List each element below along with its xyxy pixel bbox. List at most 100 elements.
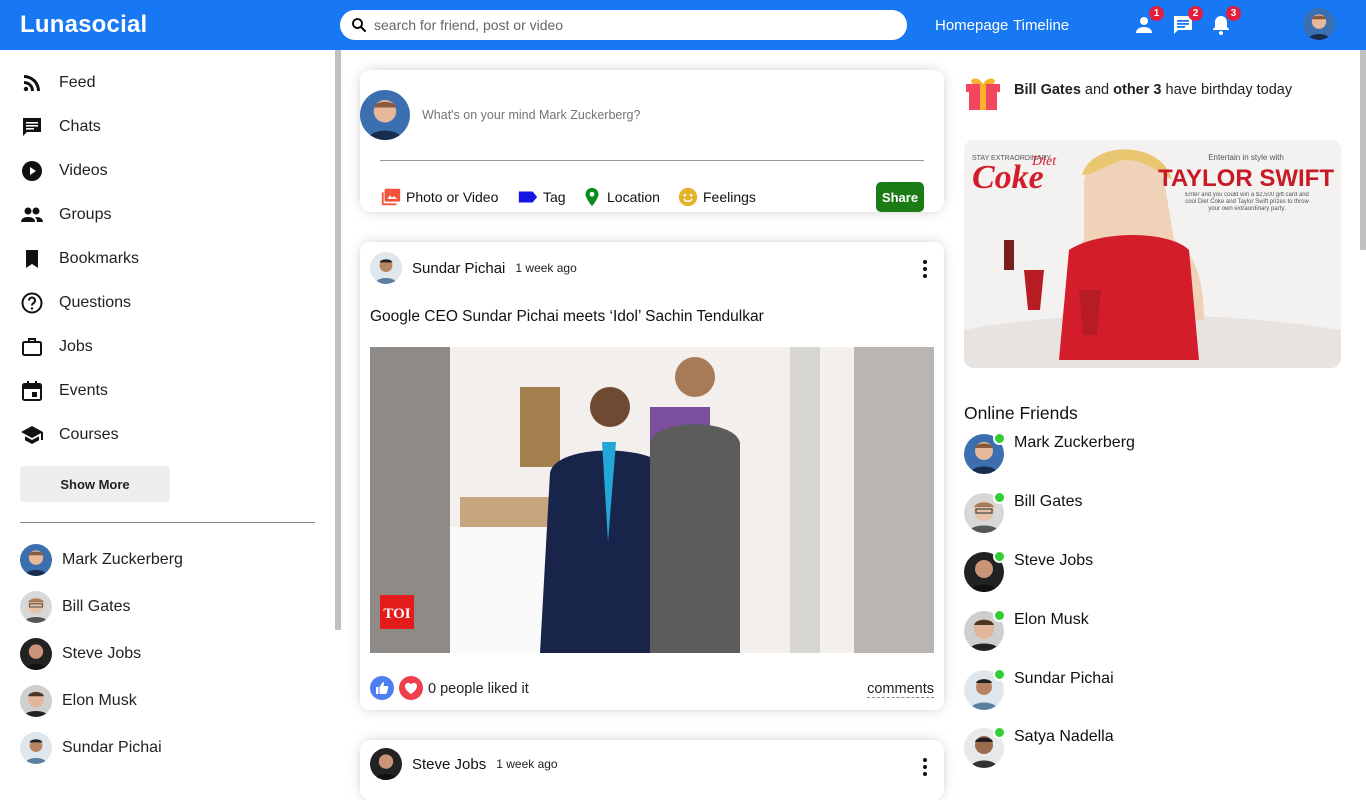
post-image[interactable]: TOI xyxy=(370,347,934,653)
share-card: Photo or Video Tag Location Feelings Sha… xyxy=(360,70,944,212)
online-status-dot xyxy=(993,726,1006,739)
sidebar-item-courses[interactable]: Courses xyxy=(20,423,119,447)
avatar xyxy=(20,591,52,623)
online-status-dot xyxy=(993,432,1006,445)
chat-icon xyxy=(23,118,41,136)
app-logo[interactable]: Lunasocial xyxy=(20,11,147,39)
search-bar[interactable] xyxy=(340,10,907,40)
sidebar-item-label: Chats xyxy=(59,118,101,135)
more-vert-icon[interactable] xyxy=(922,757,928,777)
birthday-and: and xyxy=(1080,82,1114,98)
page-scrollbar[interactable] xyxy=(1360,50,1366,250)
more-vert-icon[interactable] xyxy=(922,259,928,279)
heart-button[interactable] xyxy=(399,676,423,700)
sidebar-item-questions[interactable]: Questions xyxy=(20,291,131,315)
friend-requests-badge: 1 xyxy=(1149,6,1164,21)
online-friend-item[interactable]: Steve Jobs xyxy=(964,550,1093,592)
event-icon xyxy=(22,381,42,401)
online-friend-item[interactable]: Sundar Pichai xyxy=(964,668,1114,710)
online-status-dot xyxy=(993,550,1006,563)
avatar xyxy=(360,90,410,140)
feelings-option[interactable]: Feelings xyxy=(677,186,756,208)
comments-link[interactable]: comments xyxy=(867,681,934,698)
ad-banner[interactable]: STAY EXTRAORDINARY Diet Coke Entertain i… xyxy=(964,140,1341,368)
online-friend-name: Mark Zuckerberg xyxy=(1014,434,1135,451)
sidebar-item-label: Videos xyxy=(59,162,108,179)
top-bar: Lunasocial Homepage Timeline 1 2 3 xyxy=(0,0,1366,50)
tag-label: Tag xyxy=(543,189,566,205)
sidebar-item-label: Bookmarks xyxy=(59,250,140,267)
play-circle-icon xyxy=(22,161,42,181)
friend-name: Bill Gates xyxy=(62,598,131,615)
birthday-name[interactable]: Bill Gates xyxy=(1014,82,1081,98)
search-input[interactable] xyxy=(374,17,874,33)
sidebar-item-label: Feed xyxy=(59,74,96,91)
sidebar-item-groups[interactable]: Groups xyxy=(20,203,111,227)
sidebar-item-videos[interactable]: Videos xyxy=(20,159,108,183)
sidebar-item-label: Events xyxy=(59,382,108,399)
online-friend-item[interactable]: Elon Musk xyxy=(964,609,1089,651)
friend-requests-button[interactable]: 1 xyxy=(1132,6,1164,37)
thumb-up-icon xyxy=(376,682,389,694)
avatar[interactable] xyxy=(370,748,402,780)
tag-option[interactable]: Tag xyxy=(517,186,566,208)
friend-name: Elon Musk xyxy=(62,692,137,709)
post-author[interactable]: Steve Jobs xyxy=(412,756,486,773)
avatar xyxy=(20,638,52,670)
sidebar-item-jobs[interactable]: Jobs xyxy=(20,335,93,359)
friend-list-item[interactable]: Steve Jobs xyxy=(20,638,141,670)
share-divider xyxy=(380,160,924,161)
post-date: 1 week ago xyxy=(496,757,558,771)
heart-icon xyxy=(405,682,417,694)
photo-video-label: Photo or Video xyxy=(406,189,499,205)
friend-list-item[interactable]: Elon Musk xyxy=(20,685,137,717)
bookmark-icon xyxy=(26,250,38,268)
friend-list-item[interactable]: Sundar Pichai xyxy=(20,732,162,764)
sidebar-item-label: Groups xyxy=(59,206,112,223)
post-input[interactable] xyxy=(422,108,902,122)
ad-celebrity: TAYLOR SWIFT xyxy=(1158,165,1334,192)
online-friend-name: Satya Nadella xyxy=(1014,728,1114,745)
post-card: Steve Jobs 1 week ago xyxy=(360,740,944,800)
sidebar-divider xyxy=(20,522,315,523)
avatar xyxy=(20,685,52,717)
share-button[interactable]: Share xyxy=(876,182,924,212)
notifications-button[interactable]: 3 xyxy=(1209,6,1241,37)
online-friend-name: Elon Musk xyxy=(1014,611,1089,628)
location-option[interactable]: Location xyxy=(581,186,660,208)
group-icon xyxy=(21,207,43,222)
profile-avatar[interactable] xyxy=(1303,8,1335,40)
birthday-others[interactable]: other 3 xyxy=(1113,82,1161,98)
messages-button[interactable]: 2 xyxy=(1171,6,1203,37)
location-label: Location xyxy=(607,189,660,205)
emoji-icon xyxy=(678,187,698,207)
photo-library-icon xyxy=(381,188,401,206)
sidebar-item-events[interactable]: Events xyxy=(20,379,108,403)
friend-list-item[interactable]: Mark Zuckerberg xyxy=(20,544,183,576)
rss-feed-icon xyxy=(23,75,40,92)
avatar[interactable] xyxy=(370,252,402,284)
birthday-suffix: have birthday today xyxy=(1161,82,1293,98)
like-button[interactable] xyxy=(370,676,394,700)
online-friend-item[interactable]: Satya Nadella xyxy=(964,726,1114,768)
sidebar-item-chats[interactable]: Chats xyxy=(20,115,101,139)
sidebar-item-feed[interactable]: Feed xyxy=(20,71,95,95)
ad-brand: Coke xyxy=(972,159,1044,196)
friend-name: Sundar Pichai xyxy=(62,739,162,756)
sidebar-item-bookmarks[interactable]: Bookmarks xyxy=(20,247,139,271)
timeline-link[interactable]: Timeline xyxy=(1013,17,1069,34)
photo-video-option[interactable]: Photo or Video xyxy=(380,186,498,208)
friend-list-item[interactable]: Bill Gates xyxy=(20,591,130,623)
gift-icon xyxy=(966,78,1000,110)
avatar xyxy=(20,732,52,764)
homepage-link[interactable]: Homepage xyxy=(935,17,1008,34)
sidebar-scrollbar[interactable] xyxy=(335,50,341,630)
online-friend-item[interactable]: Bill Gates xyxy=(964,491,1082,533)
sidebar-item-label: Courses xyxy=(59,426,119,443)
birthday-notice: Bill Gates and other 3 have birthday tod… xyxy=(964,70,1292,110)
post-author[interactable]: Sundar Pichai xyxy=(412,260,505,277)
left-sidebar: Feed Chats Videos Groups Bookmarks Quest… xyxy=(0,50,336,768)
show-more-button[interactable]: Show More xyxy=(20,466,170,502)
online-friend-item[interactable]: Mark Zuckerberg xyxy=(964,432,1135,474)
help-outline-icon xyxy=(21,292,43,314)
